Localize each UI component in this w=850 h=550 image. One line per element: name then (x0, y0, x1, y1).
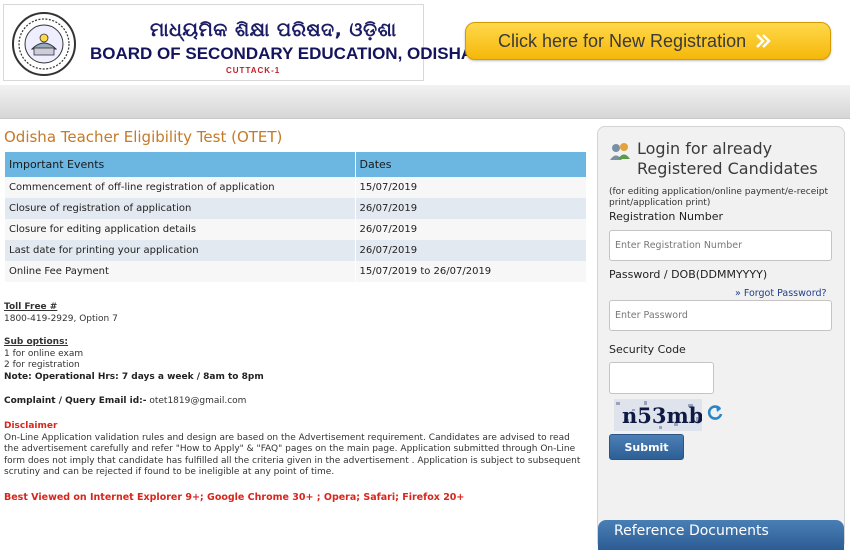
security-code-input[interactable] (609, 362, 714, 394)
captcha-image: n53mb (614, 399, 702, 431)
table-header-row: Important Events Dates (5, 152, 587, 177)
column-header-dates: Dates (355, 152, 587, 177)
table-row: Closure of registration of application 2… (5, 198, 587, 219)
refresh-icon[interactable] (706, 403, 724, 421)
table-row: Last date for printing your application … (5, 240, 587, 261)
date-cell: 15/07/2019 to 26/07/2019 (355, 261, 587, 282)
users-icon (610, 143, 630, 160)
page-title: Odisha Teacher Eligibility Test (OTET) (4, 128, 283, 146)
disclaimer-heading: Disclaimer (4, 421, 58, 431)
login-subtitle: (for editing application/online payment/… (609, 187, 828, 208)
forgot-password-label: Forgot Password? (743, 288, 827, 299)
date-cell: 26/07/2019 (355, 198, 587, 219)
toll-free-block: Toll Free # 1800-419-2929, Option 7 (4, 302, 118, 325)
registration-number-label: Registration Number (609, 210, 724, 223)
site-header: ମାଧ୍ୟମିକ ଶିକ୍ଷା ପରିଷଦ, ଓଡ଼ିଶା BOARD OF S… (0, 0, 850, 85)
operational-hours-note: Note: Operational Hrs: 7 days a week / 8… (4, 371, 264, 382)
double-chevron-right-icon (756, 34, 771, 48)
toll-free-label: Toll Free # (4, 302, 58, 312)
sub-option-online: 1 for online exam (4, 348, 84, 359)
login-panel: Login for already Registered Candidates … (597, 126, 845, 550)
bse-logo-banner[interactable]: ମାଧ୍ୟମିକ ଶିକ୍ଷା ପରିଷଦ, ଓଡ଼ିଶା BOARD OF S… (3, 4, 473, 81)
password-label: Password / DOB(DDMMYYYY) (609, 268, 768, 281)
new-registration-button[interactable]: Click here for New Registration (465, 22, 831, 60)
registration-number-input[interactable] (609, 230, 832, 261)
event-cell: Last date for printing your application (5, 240, 356, 261)
table-row: Closure for editing application details … (5, 219, 587, 240)
sub-options-label: Sub options: (4, 337, 69, 347)
sub-options-block: Sub options: 1 for online exam 2 for reg… (4, 337, 264, 383)
captcha-text: n53mb (622, 403, 702, 428)
table-row: Online Fee Payment 15/07/2019 to 26/07/2… (5, 261, 587, 282)
reference-documents-header[interactable]: Reference Documents (598, 520, 844, 550)
double-chevron-right-icon: » (735, 288, 741, 299)
disclaimer-block: Disclaimer On-Line Application validatio… (4, 421, 584, 479)
column-header-events: Important Events (5, 152, 356, 177)
table-row: Commencement of off-line registration of… (5, 177, 587, 198)
email-block: Complaint / Query Email id:- otet1819@gm… (4, 396, 246, 408)
login-title: Login for already Registered Candidates (637, 139, 818, 178)
odia-board-title: ମାଧ୍ୟମିକ ଶିକ୍ଷା ପରିଷଦ, ଓଡ଼ିଶା (150, 19, 397, 41)
sub-option-registration: 2 for registration (4, 360, 80, 370)
date-cell: 26/07/2019 (355, 219, 587, 240)
browser-support-note: Best Viewed on Internet Explorer 9+; Goo… (4, 492, 465, 503)
email-address[interactable]: otet1819@gmail.com (149, 396, 246, 406)
toll-free-number: 1800-419-2929, Option 7 (4, 313, 118, 324)
event-cell: Closure of registration of application (5, 198, 356, 219)
security-code-label: Security Code (609, 343, 686, 356)
new-registration-label: Click here for New Registration (498, 30, 747, 51)
submit-button[interactable]: Submit (609, 434, 684, 460)
board-location: CUTTACK-1 (226, 66, 281, 75)
important-events-table: Important Events Dates Commencement of o… (5, 152, 587, 282)
email-label: Complaint / Query Email id:- (4, 396, 147, 406)
page-root: ମାଧ୍ୟମିକ ଶିକ୍ଷା ପରିଷଦ, ଓଡ଼ିଶା BOARD OF S… (0, 0, 850, 550)
disclaimer-text: On-Line Application validation rules and… (4, 432, 581, 478)
bse-seal-icon (12, 12, 76, 76)
event-cell: Commencement of off-line registration of… (5, 177, 356, 198)
navigation-bar (0, 85, 850, 119)
event-cell: Online Fee Payment (5, 261, 356, 282)
event-cell: Closure for editing application details (5, 219, 356, 240)
english-board-title: BOARD OF SECONDARY EDUCATION, ODISHA (90, 44, 474, 63)
password-input[interactable] (609, 300, 832, 331)
date-cell: 15/07/2019 (355, 177, 587, 198)
date-cell: 26/07/2019 (355, 240, 587, 261)
forgot-password-link[interactable]: » Forgot Password? (735, 288, 827, 299)
